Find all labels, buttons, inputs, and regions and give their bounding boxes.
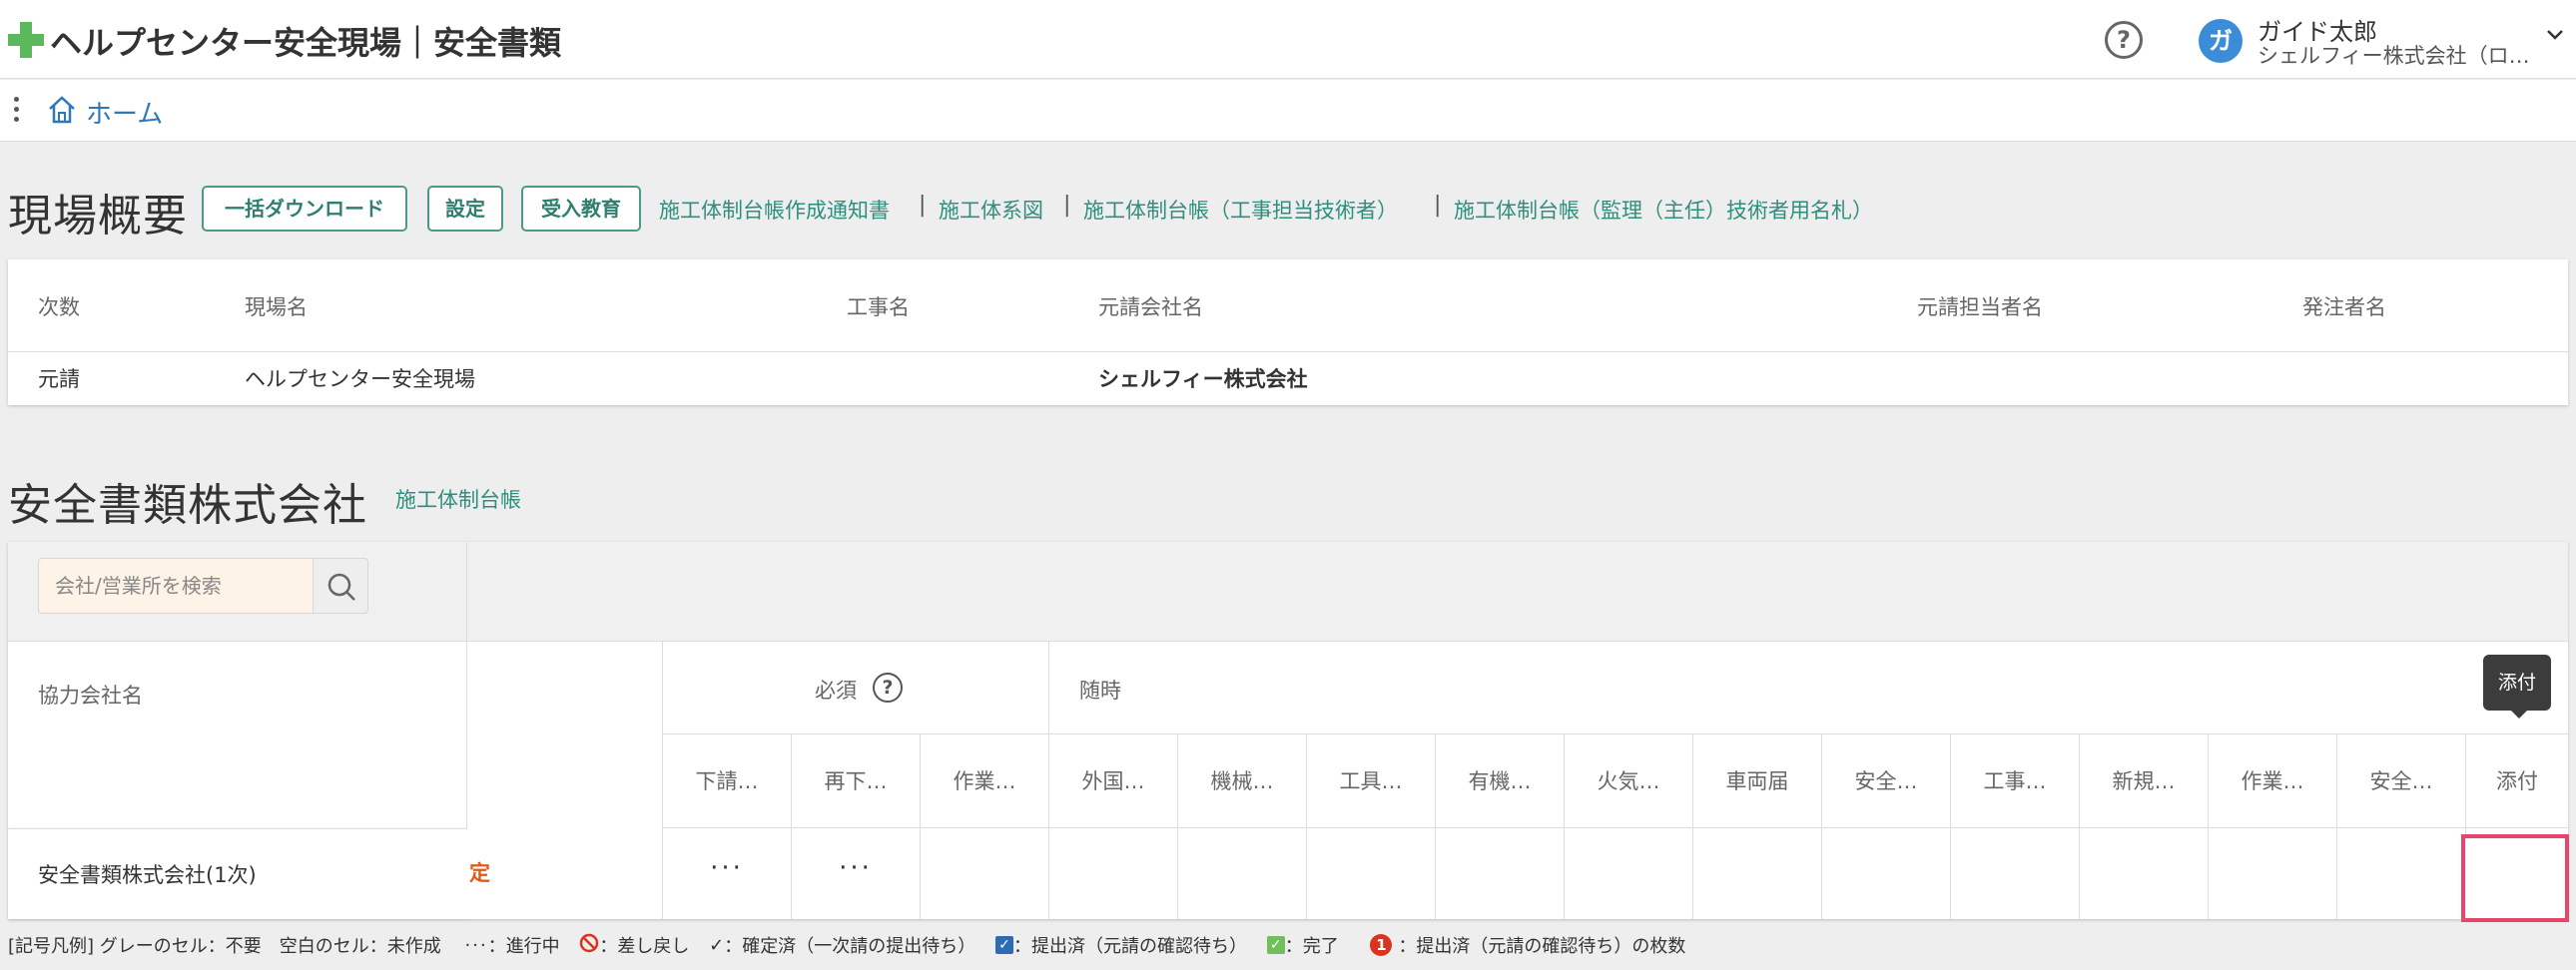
legend-complete: ：完了 [1284,936,1339,957]
doc-column-header[interactable]: 作業… [2209,734,2337,828]
avatar[interactable]: ガ [2199,19,2243,63]
col-header-site: 現場名 [245,295,308,319]
status-column [467,642,663,919]
search-icon [327,573,355,601]
doc-column-header[interactable]: 工具… [1307,734,1436,828]
doc-column-header[interactable]: 作業… [921,734,1049,828]
col-header-contact: 元請担当者名 [1917,295,2043,319]
document-groups: 必須 ? 随時 下請… 再下… 作業… 外国… 機械… 工具… 有機… 火気… … [663,642,2568,919]
doc-column-header[interactable]: 車両届 [1693,734,1822,828]
home-link[interactable]: ホーム [86,94,163,131]
home-icon[interactable] [46,94,78,126]
help-icon[interactable]: ? [2105,21,2143,59]
doc-cell[interactable] [921,828,1049,919]
doc-cell[interactable] [1822,828,1951,919]
group-optional-label: 随時 [1079,679,1121,703]
group-required: 必須 ? [663,642,1049,734]
search-button[interactable] [313,558,368,614]
kebab-menu-icon[interactable] [12,97,20,125]
doc-column-header[interactable]: 安全… [2337,734,2466,828]
doc-cell[interactable] [2337,828,2466,919]
breadcrumb-bar: ホーム [0,80,2576,142]
help-icon[interactable]: ? [873,673,903,703]
doc-cell[interactable] [1436,828,1565,919]
company-name[interactable]: 安全書類株式会社(1次) [38,859,257,889]
confirmed-check-icon: ✓ [709,934,725,956]
legend-confirmed: ：確定済（一次請の提出待ち） [724,936,976,957]
link-separator: | [1434,193,1442,218]
doc-column-header[interactable]: 添付 [2466,734,2568,828]
doc-cell[interactable] [1049,828,1178,919]
doc-column-header[interactable]: 機械… [1178,734,1307,828]
doc-cell[interactable] [1693,828,1822,919]
doc-cell[interactable] [1178,828,1307,919]
link-ledger-engineer[interactable]: 施工体制台帳（工事担当技術者） [1083,195,1398,225]
doc-column-header[interactable]: 新規… [2080,734,2209,828]
col-header-contractor: 元請会社名 [1098,295,1203,319]
doc-column-header[interactable]: 火気… [1565,734,1693,828]
count-badge-icon: 1 [1370,934,1393,956]
doc-column-header[interactable]: 工事… [1951,734,2080,828]
company-search-input[interactable]: 会社/営業所を検索 [38,558,314,614]
submitted-checkbox-icon: ✓ [994,936,1013,954]
overview-table: 次数 現場名 工事名 元請会社名 元請担当者名 発注者名 元請 ヘルプセンター安… [8,259,2568,405]
search-area: 会社/営業所を検索 [8,542,467,642]
app-title: ヘルプセンター安全現場｜安全書類 [50,24,562,62]
complete-checkbox-icon: ✓ [1266,936,1285,954]
link-ledger-supervisor[interactable]: 施工体制台帳（監理（主任）技術者用名札） [1454,195,1873,225]
doc-cell[interactable] [1565,828,1693,919]
chevron-down-icon[interactable] [2545,24,2565,44]
cell-contractor-name: シェルフィー株式会社 [1098,367,1308,391]
symbol-legend: [記号凡例] グレーのセル：不要 空白のセル：未作成 ···：進行中 ：差し戻し… [8,932,1685,958]
doc-cell[interactable] [1951,828,2080,919]
attachment-cell[interactable] [2461,834,2569,922]
doc-cell[interactable] [2209,828,2337,919]
company-column-header: 協力会社名 [38,684,143,708]
company-row[interactable]: 安全書類株式会社(1次) [8,828,467,919]
doc-column-header[interactable]: 再下… [792,734,921,828]
doc-cell[interactable] [2080,828,2209,919]
in-progress-icon: ··· [464,934,488,956]
rejected-icon [579,933,599,958]
user-company[interactable]: シェルフィー株式会社（ロ… [2257,40,2542,70]
doc-cell[interactable] [1307,828,1436,919]
col-header-tier: 次数 [38,295,80,319]
settings-button[interactable]: 設定 [427,186,503,232]
logo-cross-icon [8,22,44,58]
legend-in-progress: ：進行中 [487,936,560,957]
doc-column-header[interactable]: 外国… [1049,734,1178,828]
legend-rejected: ：差し戻し [599,936,690,957]
link-system-chart[interactable]: 施工体系図 [939,195,1043,225]
bulk-download-button[interactable]: 一括ダウンロード [202,186,407,232]
link-separator: | [919,193,927,218]
legend-prefix: [記号凡例] グレーのセル：不要 空白のセル：未作成 [8,936,441,957]
doc-column-header[interactable]: 下請… [663,734,792,828]
status-text: 定 [469,861,490,885]
ledger-link[interactable]: 施工体制台帳 [395,484,521,514]
intake-education-button[interactable]: 受入教育 [521,186,641,232]
legend-count: ：提出済（元請の確認待ち）の枚数 [1398,936,1686,957]
tooltip-arrow [2511,711,2527,719]
attachment-tooltip: 添付 [2483,655,2551,711]
document-grid: 会社/営業所を検索 協力会社名 安全書類株式会社(1次) 定 必須 ? 随時 下… [8,542,2568,919]
company-section-title: 安全書類株式会社 [8,480,367,531]
link-notice[interactable]: 施工体制台帳作成通知書 [659,195,890,225]
group-optional: 随時 [1049,642,2568,734]
cell-tier: 元請 [38,367,80,391]
col-header-client: 発注者名 [2302,295,2386,319]
group-required-label: 必須 [815,679,857,703]
legend-submitted: ：提出済（元請の確認待ち） [1012,936,1247,957]
link-separator: | [1063,193,1071,218]
app-header: ヘルプセンター安全現場｜安全書類 ? ガ ガイド太郎 シェルフィー株式会社（ロ… [0,0,2576,79]
company-column: 協力会社名 安全書類株式会社(1次) [8,642,467,919]
doc-column-header[interactable]: 安全… [1822,734,1951,828]
doc-cell-in-progress[interactable]: ··· [663,828,792,919]
cell-site-name: ヘルプセンター安全現場 [245,367,475,391]
doc-cell-in-progress[interactable]: ··· [792,828,921,919]
overview-title: 現場概要 [8,191,188,242]
doc-column-header[interactable]: 有機… [1436,734,1565,828]
col-header-project: 工事名 [847,295,910,319]
